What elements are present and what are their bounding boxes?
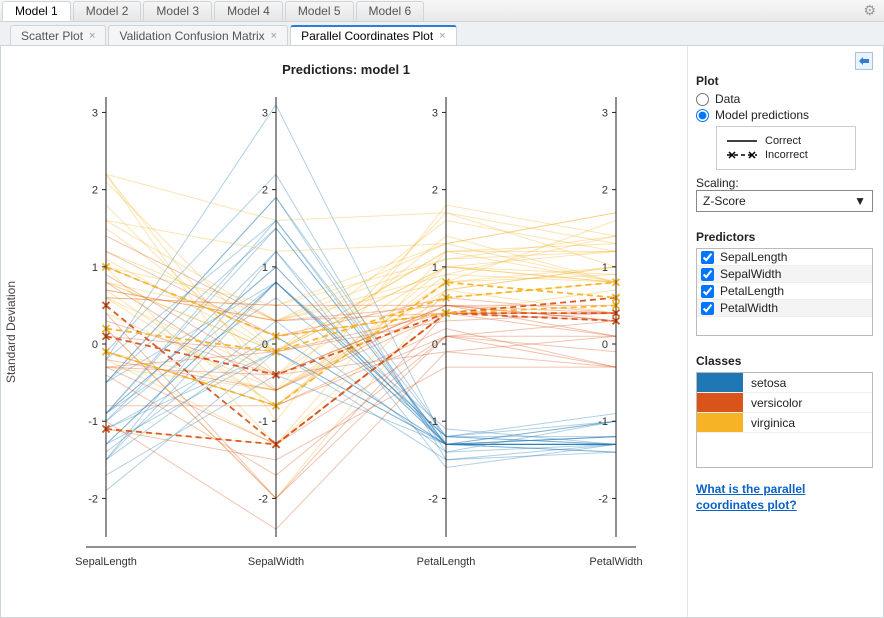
class-swatch [697, 373, 743, 392]
tab-label: Scatter Plot [21, 29, 83, 43]
gear-icon[interactable]: ⚙ [863, 2, 876, 19]
close-icon[interactable]: × [89, 30, 95, 42]
plot-tab-bar: Scatter Plot × Validation Confusion Matr… [0, 22, 884, 46]
model-tab-5[interactable]: Model 5 [285, 1, 354, 21]
svg-text:SepalWidth: SepalWidth [248, 556, 304, 568]
model-tab-1[interactable]: Model 1 [2, 1, 71, 21]
svg-text:-2: -2 [88, 493, 98, 505]
class-row: versicolor [697, 393, 872, 413]
svg-text:SepalLength: SepalLength [75, 556, 137, 568]
side-panel: Plot Data Model predictions Correct [687, 46, 883, 617]
select-value: Z-Score [703, 194, 746, 208]
tab-label: Validation Confusion Matrix [119, 29, 264, 43]
svg-text:2: 2 [262, 185, 268, 197]
radio-data[interactable]: Data [696, 92, 873, 106]
predictor-label: PetalLength [720, 284, 784, 298]
svg-text:3: 3 [602, 107, 608, 119]
class-row: virginica [697, 413, 872, 433]
parallel-coordinates-chart: 3 2 1 0 -1 -2 SepalLength 3 2 1 0 -1 -2 SepalWidth 3 2 1… [36, 77, 656, 597]
svg-text:-1: -1 [258, 416, 268, 428]
model-tab-6[interactable]: Model 6 [356, 1, 425, 21]
chevron-down-icon: ▼ [854, 194, 866, 208]
close-icon[interactable]: × [439, 30, 445, 42]
radio-label: Model predictions [715, 108, 809, 122]
svg-text:3: 3 [432, 107, 438, 119]
classes-heading: Classes [696, 354, 873, 368]
predictor-checkbox[interactable] [701, 268, 714, 281]
plot-title: Predictions: model 1 [9, 62, 683, 77]
predictor-checkbox[interactable] [701, 285, 714, 298]
svg-text:0: 0 [92, 339, 98, 351]
class-label: versicolor [743, 396, 802, 410]
plot-area: Predictions: model 1 Standard Deviation … [1, 46, 687, 617]
svg-text:1: 1 [262, 262, 268, 274]
legend-label: Incorrect [765, 149, 808, 161]
class-label: setosa [743, 376, 786, 390]
predictor-row[interactable]: SepalLength [697, 249, 872, 266]
svg-text:2: 2 [432, 185, 438, 197]
classes-list: setosa versicolor virginica [696, 372, 873, 468]
close-icon[interactable]: × [271, 30, 277, 42]
svg-text:-2: -2 [598, 493, 608, 505]
predictors-heading: Predictors [696, 230, 873, 244]
plot-heading: Plot [696, 74, 873, 88]
svg-text:1: 1 [602, 262, 608, 274]
predictor-row[interactable]: SepalWidth [697, 266, 872, 283]
prediction-legend: Correct Incorrect [716, 126, 856, 170]
predictor-label: SepalWidth [720, 267, 781, 281]
predictor-row[interactable]: PetalLength [697, 283, 872, 300]
legend-label: Correct [765, 135, 801, 147]
list-empty [697, 317, 872, 335]
class-swatch [697, 413, 743, 432]
dashed-x-icon [727, 150, 757, 160]
legend-correct: Correct [727, 135, 845, 147]
svg-text:PetalLength: PetalLength [417, 556, 476, 568]
model-tab-2[interactable]: Model 2 [73, 1, 142, 21]
predictor-label: PetalWidth [720, 301, 778, 315]
svg-text:0: 0 [262, 339, 268, 351]
predictor-checkbox[interactable] [701, 251, 714, 264]
predictor-row[interactable]: PetalWidth [697, 300, 872, 317]
tab-scatter-plot[interactable]: Scatter Plot × [10, 25, 106, 45]
content-area: Predictions: model 1 Standard Deviation … [0, 46, 884, 618]
class-row: setosa [697, 373, 872, 393]
predictor-label: SepalLength [720, 250, 787, 264]
svg-text:1: 1 [432, 262, 438, 274]
radio-model-predictions[interactable]: Model predictions [696, 108, 873, 122]
svg-text:-2: -2 [258, 493, 268, 505]
predictor-checkbox[interactable] [701, 302, 714, 315]
legend-incorrect: Incorrect [727, 149, 845, 161]
radio-label: Data [715, 92, 740, 106]
tab-parallel-coordinates[interactable]: Parallel Coordinates Plot × [290, 25, 457, 45]
line-icon [727, 137, 757, 145]
predictors-list: SepalLength SepalWidth PetalLength Petal… [696, 248, 873, 336]
help-link[interactable]: What is the parallel coordinates plot? [696, 482, 873, 513]
svg-text:-1: -1 [428, 416, 438, 428]
model-tab-4[interactable]: Model 4 [214, 1, 283, 21]
model-tab-bar: Model 1 Model 2 Model 3 Model 4 Model 5 … [0, 0, 884, 22]
model-tab-3[interactable]: Model 3 [143, 1, 212, 21]
tab-label: Parallel Coordinates Plot [301, 29, 433, 43]
svg-text:-2: -2 [428, 493, 438, 505]
list-empty [697, 433, 872, 467]
scaling-label: Scaling: [696, 176, 873, 190]
tab-confusion-matrix[interactable]: Validation Confusion Matrix × [108, 25, 288, 45]
expand-icon[interactable] [855, 52, 873, 70]
svg-text:3: 3 [92, 107, 98, 119]
svg-text:-1: -1 [88, 416, 98, 428]
radio-pred-input[interactable] [696, 109, 709, 122]
scaling-select[interactable]: Z-Score ▼ [696, 190, 873, 212]
svg-text:2: 2 [92, 185, 98, 197]
svg-text:0: 0 [602, 339, 608, 351]
svg-text:2: 2 [602, 185, 608, 197]
svg-text:PetalWidth: PetalWidth [589, 556, 642, 568]
y-axis-label: Standard Deviation [4, 280, 18, 382]
svg-text:3: 3 [262, 107, 268, 119]
svg-text:-1: -1 [598, 416, 608, 428]
class-label: virginica [743, 416, 795, 430]
svg-text:1: 1 [92, 262, 98, 274]
radio-data-input[interactable] [696, 93, 709, 106]
svg-text:0: 0 [432, 339, 438, 351]
class-swatch [697, 393, 743, 412]
